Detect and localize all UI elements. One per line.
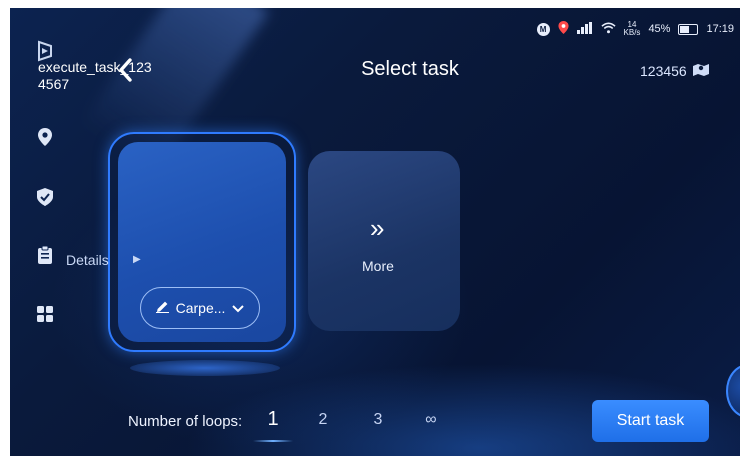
clipboard-icon[interactable] [34, 244, 56, 266]
app-screen: M 14 KB/s 45% 17:19 Select task 123456 e… [10, 8, 740, 456]
loop-option-infinite[interactable]: ∞ [419, 411, 443, 429]
selected-loop-indicator [253, 440, 293, 442]
loop-option-2[interactable]: 2 [311, 411, 335, 429]
pencil-icon [155, 300, 169, 316]
battery-icon [678, 23, 699, 35]
battery-percent: 45% [648, 23, 671, 35]
network-speed-unit: KB/s [623, 28, 641, 37]
task-details-link[interactable]: Details [66, 252, 109, 268]
clock-time: 17:19 [706, 23, 734, 35]
page-title: Select task [361, 58, 459, 80]
chevron-down-icon [232, 300, 245, 316]
triangle-right-icon: ▶ [133, 254, 141, 265]
card-glow [130, 360, 280, 376]
robot-id[interactable]: 123456 [640, 62, 709, 79]
cleaning-mode-label: Carpe... [175, 300, 226, 316]
cleaning-mode-dropdown[interactable]: Carpe... [140, 287, 260, 329]
network-speed: 14 KB/s [624, 21, 641, 37]
m-badge-icon: M [536, 22, 550, 36]
loop-option-1[interactable]: 1 [261, 408, 285, 431]
floating-assistant-button[interactable] [726, 364, 740, 418]
robot-id-text: 123456 [640, 62, 687, 79]
start-task-button[interactable]: Start task [592, 400, 709, 442]
shield-check-icon[interactable] [34, 186, 56, 208]
wifi-icon [600, 22, 616, 37]
loop-option-3[interactable]: 3 [366, 411, 390, 429]
status-bar: M 14 KB/s 45% 17:19 [536, 20, 734, 38]
more-label: More [362, 258, 394, 274]
double-chevron-right-icon: » [370, 213, 385, 243]
location-pin-icon[interactable] [34, 126, 56, 148]
map-pin-status-icon [557, 21, 569, 37]
map-icon [692, 62, 709, 79]
task-name: execute_task_1234567 [38, 59, 152, 92]
apps-grid-icon[interactable] [34, 303, 56, 325]
loops-label: Number of loops: [128, 413, 243, 430]
cellular-signal-icon [576, 21, 593, 37]
